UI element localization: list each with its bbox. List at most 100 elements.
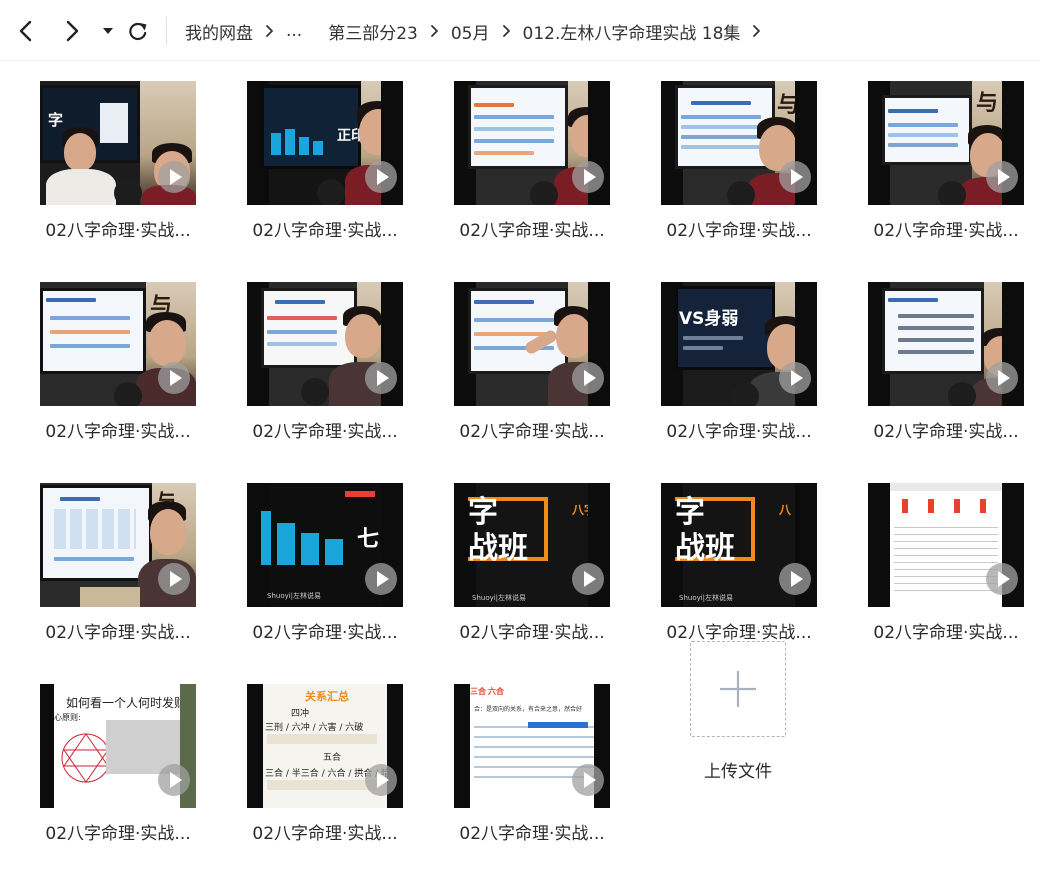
thumb-caption: 三刑 / 六冲 / 六害 / 六破: [265, 723, 364, 733]
breadcrumb: 我的网盘 ... 第三部分23 05月 012.左林八字命理实战 18集: [185, 17, 773, 45]
chevron-right-icon: [430, 24, 439, 38]
play-icon: [572, 161, 604, 193]
play-icon: [986, 362, 1018, 394]
breadcrumb-item-collapsed[interactable]: ...: [286, 21, 302, 41]
video-file-tile[interactable]: 关系汇总 四冲 三刑 / 六冲 / 六害 / 六破 五合 三合 / 半三合 / …: [228, 665, 418, 855]
play-icon: [158, 563, 190, 595]
video-thumbnail: 与: [40, 483, 196, 607]
video-file-tile[interactable]: 02八字命理·实战...: [435, 263, 625, 453]
video-thumbnail: 字 战班 八 Shuoyi|左林说易: [661, 483, 817, 607]
upload-button[interactable]: [690, 641, 786, 737]
play-icon: [572, 362, 604, 394]
play-icon: [158, 161, 190, 193]
thumb-caption: VS身弱: [679, 309, 739, 329]
video-thumbnail: 关系汇总 四冲 三刑 / 六冲 / 六害 / 六破 五合 三合 / 半三合 / …: [247, 684, 403, 808]
breadcrumb-item-part3[interactable]: 第三部分23: [328, 19, 418, 44]
file-name: 02八字命理·实战...: [666, 422, 812, 442]
breadcrumb-item-current[interactable]: 012.左林八字命理实战 18集: [523, 19, 741, 44]
thumb-caption: 关系汇总: [305, 690, 349, 703]
video-thumbnail: 与: [661, 81, 817, 205]
video-file-tile[interactable]: 02八字命理·实战...: [228, 263, 418, 453]
file-name: 02八字命理·实战...: [45, 824, 191, 844]
video-file-tile[interactable]: 02八字命理·实战...: [849, 464, 1039, 654]
video-file-tile[interactable]: 与 02八字命理·实战...: [642, 62, 832, 252]
video-thumbnail: 正印: [247, 81, 403, 205]
video-thumbnail: 如何看一个人何时发财 心原则:: [40, 684, 196, 808]
video-file-tile[interactable]: 字 战班 八 Shuoyi|左林说易 02八字命理·实战...: [642, 464, 832, 654]
file-name: 02八字命理·实战...: [666, 623, 812, 643]
video-file-tile[interactable]: 七 Shuoyi|左林说易 02八字命理·实战...: [228, 464, 418, 654]
caret-down-icon: [103, 28, 113, 34]
play-icon: [572, 764, 604, 796]
video-file-tile[interactable]: 正印 02八字命理·实战...: [228, 62, 418, 252]
file-name: 02八字命理·实战...: [873, 221, 1019, 241]
history-dropdown-button[interactable]: [94, 16, 122, 46]
video-file-tile[interactable]: 与 02八字命理·实战...: [21, 263, 211, 453]
file-name: 02八字命理·实战...: [459, 422, 605, 442]
video-thumbnail: [868, 483, 1024, 607]
video-file-tile[interactable]: 02八字命理·实战...: [849, 263, 1039, 453]
video-file-tile[interactable]: 三合 六合 合：是双向的关系，有合来之意，然合好 02八字命理·实战...: [435, 665, 625, 855]
file-name: 02八字命理·实战...: [252, 221, 398, 241]
play-icon: [365, 563, 397, 595]
chevron-left-icon: [19, 20, 32, 42]
forward-button[interactable]: [58, 16, 86, 46]
video-file-tile[interactable]: 如何看一个人何时发财 心原则: 02八字命理·实战...: [21, 665, 211, 855]
upload-label[interactable]: 上传文件: [651, 757, 825, 782]
video-thumbnail: 七 Shuoyi|左林说易: [247, 483, 403, 607]
play-icon: [365, 161, 397, 193]
video-file-tile[interactable]: 与 02八字命理·实战...: [849, 62, 1039, 252]
file-name: 02八字命理·实战...: [252, 422, 398, 442]
video-file-tile[interactable]: 02八字命理·实战...: [435, 62, 625, 252]
play-icon: [572, 563, 604, 595]
play-icon: [779, 161, 811, 193]
thumb-caption: 心原则:: [54, 713, 81, 722]
thumb-caption: 如何看一个人何时发财: [66, 696, 187, 710]
play-icon: [986, 161, 1018, 193]
video-file-tile[interactable]: 字 与 02八字命理·实战...: [21, 62, 211, 252]
refresh-button[interactable]: [124, 16, 152, 46]
thumb-caption: 合：是双向的关系，有合来之意，然合好: [474, 706, 583, 713]
chevron-right-icon: [752, 24, 761, 38]
file-name: 02八字命理·实战...: [459, 221, 605, 241]
plus-icon: [720, 671, 756, 707]
video-thumbnail: [454, 282, 610, 406]
file-name: 02八字命理·实战...: [45, 623, 191, 643]
video-thumbnail: 与: [868, 81, 1024, 205]
thumb-caption: 四冲: [291, 709, 310, 719]
file-name: 02八字命理·实战...: [252, 824, 398, 844]
thumb-caption: 六合: [488, 687, 504, 696]
file-name: 02八字命理·实战...: [252, 623, 398, 643]
play-icon: [365, 362, 397, 394]
play-icon: [779, 563, 811, 595]
back-button[interactable]: [12, 16, 40, 46]
thumb-brand: Shuoyi|左林说易: [267, 592, 322, 600]
file-name: 02八字命理·实战...: [459, 623, 605, 643]
refresh-icon: [129, 22, 147, 41]
video-file-tile[interactable]: VS身弱 02八字命理·实战...: [642, 263, 832, 453]
chevron-right-icon: [502, 24, 511, 38]
thumb-caption: 战班: [468, 531, 528, 566]
video-file-tile[interactable]: 字 战班 八字 Shuoyi|左林说易 02八字命理·实战...: [435, 464, 625, 654]
breadcrumb-item-root[interactable]: 我的网盘: [185, 19, 253, 44]
file-name: 02八字命理·实战...: [873, 623, 1019, 643]
play-icon: [779, 362, 811, 394]
video-file-tile[interactable]: 与 02八字命理·实战...: [21, 464, 211, 654]
video-thumbnail: [247, 282, 403, 406]
video-thumbnail: [868, 282, 1024, 406]
thumb-caption: 七: [357, 527, 380, 552]
play-icon: [158, 362, 190, 394]
file-name: 02八字命理·实战...: [45, 422, 191, 442]
video-thumbnail: 三合 六合 合：是双向的关系，有合来之意，然合好: [454, 684, 610, 808]
video-thumbnail: 字 战班 八字 Shuoyi|左林说易: [454, 483, 610, 607]
thumb-caption: 五合: [323, 753, 342, 763]
video-thumbnail: [454, 81, 610, 205]
chevron-right-icon: [265, 24, 274, 38]
file-name: 02八字命理·实战...: [45, 221, 191, 241]
navigation-bar: 我的网盘 ... 第三部分23 05月 012.左林八字命理实战 18集: [0, 0, 1040, 61]
file-name: 02八字命理·实战...: [873, 422, 1019, 442]
video-thumbnail: VS身弱: [661, 282, 817, 406]
thumb-brand: Shuoyi|左林说易: [679, 594, 734, 602]
breadcrumb-item-may[interactable]: 05月: [451, 19, 490, 44]
thumb-brand: Shuoyi|左林说易: [472, 594, 527, 602]
